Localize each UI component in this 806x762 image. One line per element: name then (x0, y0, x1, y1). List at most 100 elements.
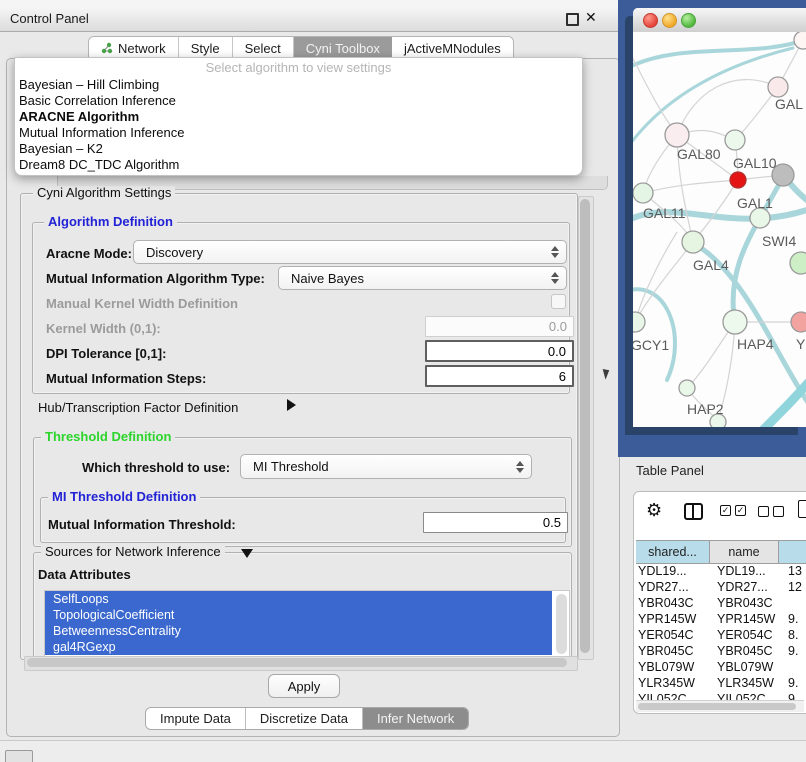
unchecked-box-icon[interactable] (773, 506, 784, 517)
network-node (791, 312, 806, 332)
node-label: GAL (775, 96, 803, 112)
mi-threshold-input[interactable]: 0.5 (423, 512, 568, 533)
network-node (790, 252, 806, 274)
bottom-left-mini-button[interactable] (5, 750, 33, 762)
tab-select[interactable]: Select (233, 37, 294, 59)
minimize-traffic-light-icon[interactable] (662, 13, 677, 28)
network-node (750, 208, 770, 228)
network-node (723, 310, 747, 334)
node-label: GAL1 (737, 195, 773, 211)
close-icon[interactable]: ✕ (585, 9, 597, 26)
node-label: HAP2 (687, 401, 724, 417)
tab-style[interactable]: Style (179, 37, 233, 59)
node-label: Y (796, 336, 806, 352)
checked-box-icon[interactable]: ✓ (720, 505, 731, 516)
table-row[interactable]: YDL19...YDL19...13 (634, 563, 806, 579)
settings-horizontal-scrollbar[interactable] (24, 656, 578, 671)
network-node-gal1 (730, 172, 746, 188)
list-scrollbar[interactable] (556, 594, 567, 654)
aracne-mode-label: Aracne Mode: (46, 246, 132, 261)
tab-network[interactable]: Network (89, 37, 179, 59)
gear-icon[interactable]: ⚙ (646, 500, 662, 521)
app-screen: Control Panel ✕ Network Style Select Cyn… (0, 0, 806, 762)
bottom-strip (0, 740, 806, 762)
float-window-icon[interactable] (566, 13, 579, 26)
kernel-width-label: Kernel Width (0,1): (46, 321, 161, 336)
stepper-arrows-icon (516, 461, 524, 473)
which-threshold-combobox[interactable]: MI Threshold (240, 454, 532, 479)
table-horizontal-scrollbar[interactable] (636, 700, 804, 712)
column-header-name[interactable]: name (710, 540, 779, 564)
list-item[interactable]: SelfLoops (45, 591, 552, 607)
tab-discretize-data[interactable]: Discretize Data (246, 708, 363, 729)
network-node (679, 380, 695, 396)
table-row[interactable]: YBR045CYBR045C9. (634, 643, 806, 659)
list-item[interactable]: TopologicalCoefficient (45, 607, 552, 623)
network-icon (101, 42, 113, 54)
mi-type-combobox[interactable]: Naive Bayes (278, 266, 567, 290)
mi-threshold-legend: MI Threshold Definition (48, 490, 200, 504)
expand-right-icon[interactable] (287, 399, 296, 411)
split-columns-icon[interactable] (684, 503, 703, 520)
network-window[interactable]: GAL GAL80 GAL10 GAL1 GAL11 SWI4 GAL4 GCY… (633, 8, 806, 427)
sources-legend[interactable]: Sources for Network Inference (41, 545, 225, 559)
control-panel-titlebar: Control Panel ✕ (0, 6, 620, 32)
table-row[interactable]: YER054CYER054C8. (634, 627, 806, 643)
dropdown-placeholder: Select algorithm to view settings (15, 60, 582, 75)
column-header-shared[interactable]: shared... (636, 540, 710, 564)
node-label: GAL4 (693, 257, 729, 273)
network-node (725, 130, 745, 150)
apply-button[interactable]: Apply (268, 674, 340, 698)
network-node (633, 312, 645, 332)
collapse-down-icon[interactable] (241, 549, 253, 558)
column-header-extra[interactable] (779, 540, 806, 564)
algorithm-definition-legend: Algorithm Definition (44, 215, 177, 229)
manual-kernel-label: Manual Kernel Width Definition (46, 296, 238, 311)
dropdown-item[interactable]: Bayesian – Hill Climbing (19, 77, 569, 93)
dropdown-item[interactable]: Dream8 DC_TDC Algorithm (19, 157, 569, 173)
node-label: GAL11 (643, 205, 686, 221)
data-attributes-list[interactable]: SelfLoops TopologicalCoefficient Between… (44, 590, 570, 660)
dropdown-item[interactable]: Bayesian – K2 (19, 141, 569, 157)
table-row[interactable]: YLR345WYLR345W9. (634, 675, 806, 691)
which-threshold-label: Which threshold to use: (82, 460, 230, 475)
tab-cyni-toolbox[interactable]: Cyni Toolbox (294, 37, 392, 59)
network-window-titlebar[interactable] (633, 8, 806, 33)
mi-threshold-label: Mutual Information Threshold: (48, 517, 236, 532)
bottom-tabbar: Impute Data Discretize Data Infer Networ… (145, 707, 469, 730)
node-label: SWI4 (762, 233, 796, 249)
checked-box-icon[interactable]: ✓ (735, 505, 746, 516)
cyni-settings-legend: Cyni Algorithm Settings (33, 186, 175, 200)
table-panel-title: Table Panel (636, 463, 704, 478)
network-graph: GAL GAL80 GAL10 GAL1 GAL11 SWI4 GAL4 GCY… (633, 32, 806, 427)
table-row[interactable]: YBL079WYBL079W (634, 659, 806, 675)
network-node (665, 123, 689, 147)
tab-infer-network[interactable]: Infer Network (363, 708, 468, 729)
unchecked-box-icon[interactable] (758, 506, 769, 517)
list-item[interactable]: gal4RGexp (45, 639, 552, 655)
aracne-mode-combobox[interactable]: Discovery (133, 240, 567, 264)
tab-impute-data[interactable]: Impute Data (146, 708, 246, 729)
network-node (768, 77, 788, 97)
dpi-tolerance-input[interactable]: 0.0 (425, 340, 574, 362)
manual-kernel-checkbox[interactable] (551, 294, 566, 309)
dpi-tolerance-label: DPI Tolerance [0,1]: (46, 346, 166, 361)
table-row[interactable]: YDR27...YDR27...12 (634, 579, 806, 595)
kernel-width-input[interactable]: 0.0 (425, 316, 574, 337)
list-item[interactable]: BetweennessCentrality (45, 623, 552, 639)
stepper-arrows-icon (551, 246, 559, 258)
table-row[interactable]: YPR145WYPR145W9. (634, 611, 806, 627)
mi-steps-input[interactable]: 6 (425, 365, 574, 387)
dropdown-item-selected[interactable]: ARACNE Algorithm (19, 109, 569, 125)
tab-jactivemnodules[interactable]: jActiveMNodules (392, 37, 513, 59)
network-canvas[interactable]: GAL GAL80 GAL10 GAL1 GAL11 SWI4 GAL4 GCY… (633, 32, 806, 427)
data-attributes-label: Data Attributes (38, 567, 131, 582)
document-icon[interactable] (798, 500, 806, 518)
hub-section-label[interactable]: Hub/Transcription Factor Definition (38, 400, 238, 415)
dropdown-item[interactable]: Mutual Information Inference (19, 125, 569, 141)
zoom-traffic-light-icon[interactable] (681, 13, 696, 28)
table-row[interactable]: YBR043CYBR043C (634, 595, 806, 611)
dropdown-item[interactable]: Basic Correlation Inference (19, 93, 569, 109)
settings-vertical-scrollbar[interactable] (578, 196, 594, 660)
close-traffic-light-icon[interactable] (643, 13, 658, 28)
